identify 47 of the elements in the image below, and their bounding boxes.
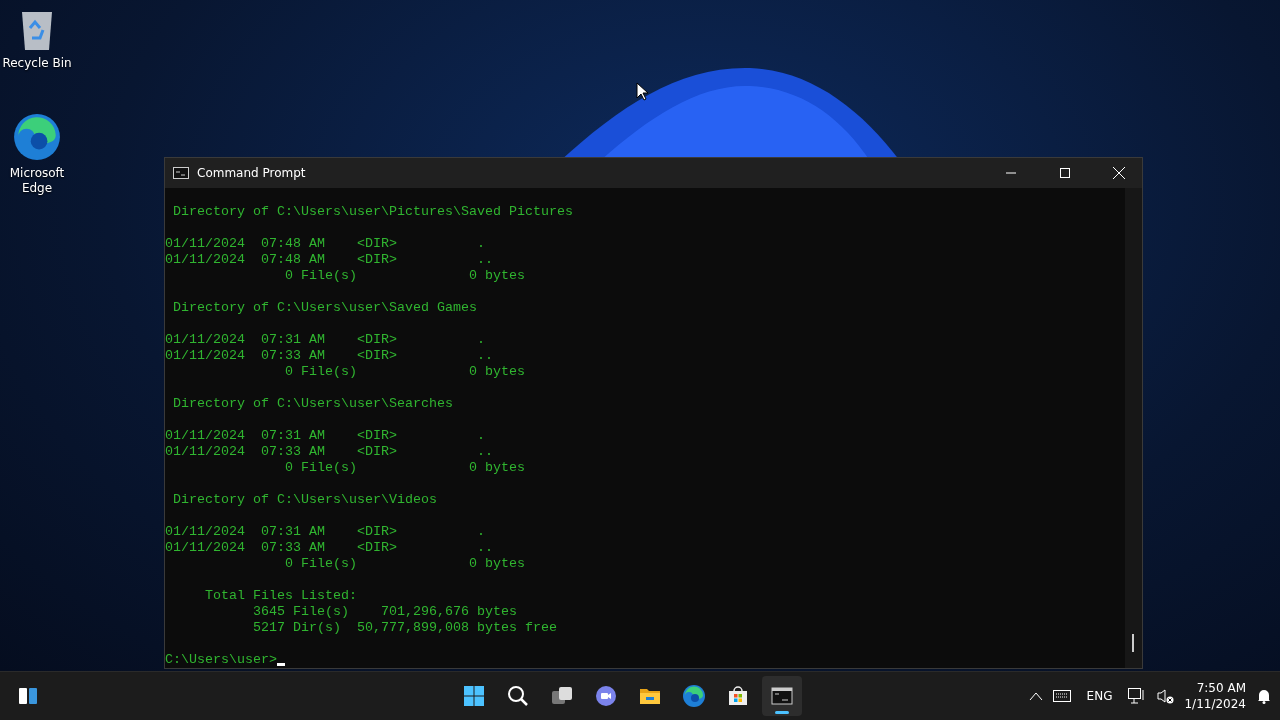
console-line: 0 File(s) 0 bytes bbox=[283, 268, 525, 284]
text-cursor bbox=[277, 663, 285, 666]
desktop-shortcut[interactable]: Microsoft Edge bbox=[0, 112, 74, 196]
console-line: 3645 File(s) 701,296,676 bytes bbox=[251, 604, 517, 620]
scrollbar[interactable] bbox=[1125, 188, 1142, 668]
console-line: 5217 Dir(s) 50,777,899,008 bytes free bbox=[251, 620, 557, 636]
clock-time[interactable]: 7:50 AM bbox=[1196, 680, 1246, 696]
console-line: Directory of C:\Users\user\Searches bbox=[172, 396, 453, 412]
console-line: 01/11/2024 07:31 AM <DIR> . bbox=[165, 428, 485, 444]
desktop-shortcut[interactable]: Recycle Bin bbox=[0, 8, 74, 71]
command-prompt-line[interactable]: C:\Users\user> bbox=[165, 652, 285, 668]
console-app-icon bbox=[173, 167, 189, 179]
console-line: 01/11/2024 07:31 AM <DIR> . bbox=[165, 332, 485, 348]
console-line: 0 File(s) 0 bytes bbox=[283, 556, 525, 572]
running-indicator bbox=[775, 711, 790, 714]
console-line: Total Files Listed: bbox=[204, 588, 357, 604]
edge-logo-icon bbox=[682, 684, 707, 708]
edge-shortcut-icon bbox=[12, 112, 62, 162]
console-line: 01/11/2024 07:33 AM <DIR> .. bbox=[165, 540, 493, 556]
desktop-icon-label: Recycle Bin bbox=[2, 56, 72, 71]
language-indicator[interactable]: ENG bbox=[1080, 689, 1119, 703]
windows-logo-icon bbox=[462, 684, 487, 708]
console-line: 01/11/2024 07:31 AM <DIR> . bbox=[165, 524, 485, 540]
console-line: 0 File(s) 0 bytes bbox=[283, 364, 525, 380]
console-line: 0 File(s) 0 bytes bbox=[283, 460, 525, 476]
mouse-pointer-icon bbox=[636, 82, 648, 101]
desktop-icon-label: Microsoft Edge bbox=[8, 166, 66, 196]
scrollbar-thumb[interactable] bbox=[1132, 634, 1134, 652]
console-line: Directory of C:\Users\user\Videos bbox=[172, 492, 437, 508]
window-title: Command Prompt bbox=[197, 166, 307, 180]
clock-date[interactable]: 1/11/2024 bbox=[1184, 696, 1246, 712]
console-line: 01/11/2024 07:48 AM <DIR> .. bbox=[165, 252, 493, 268]
console-line: Directory of C:\Users\user\Pictures\Saved Pictures bbox=[172, 204, 573, 220]
chevron-up-icon bbox=[1028, 691, 1043, 701]
console-line: 01/11/2024 07:33 AM <DIR> .. bbox=[165, 348, 493, 364]
console-line: 01/11/2024 07:48 AM <DIR> . bbox=[165, 236, 485, 252]
video-chat-icon bbox=[594, 684, 619, 708]
taskbar-app-button[interactable] bbox=[762, 676, 803, 716]
console-window-icon bbox=[770, 684, 795, 708]
console-line: Directory of C:\Users\user\Saved Games bbox=[172, 300, 477, 316]
bell-icon bbox=[1256, 688, 1272, 704]
keyboard-icon bbox=[1052, 690, 1071, 702]
close-icon bbox=[1113, 167, 1125, 179]
muted-speaker-icon bbox=[1156, 688, 1175, 704]
maximize-icon bbox=[1060, 168, 1070, 178]
console-line: 01/11/2024 07:33 AM <DIR> .. bbox=[165, 444, 493, 460]
network-monitor-icon bbox=[1128, 688, 1147, 704]
